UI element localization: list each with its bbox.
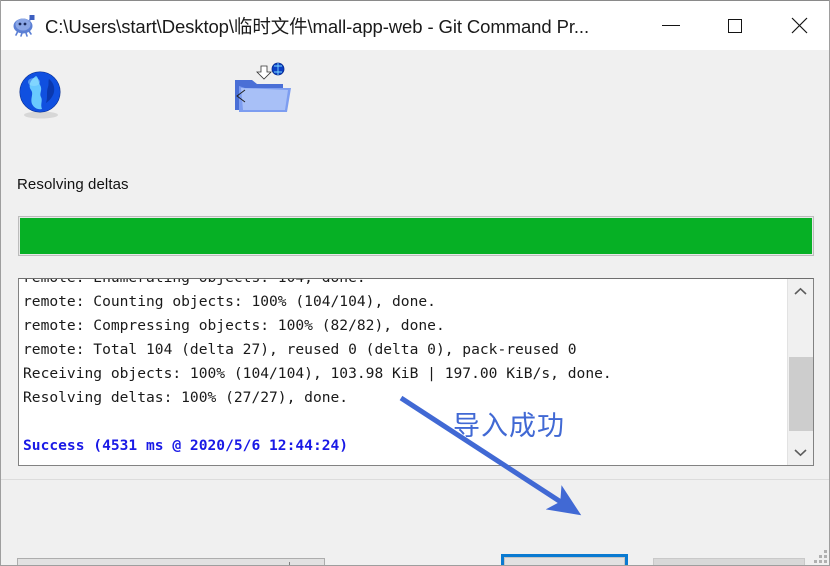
- chevron-up-icon: [794, 287, 807, 295]
- close-icon: [791, 17, 807, 34]
- close-window-button[interactable]: [767, 1, 829, 50]
- close-button[interactable]: Close: [501, 554, 628, 565]
- chevron-down-icon: [794, 449, 807, 457]
- dialog-button-bar: Show log Close Abort: [1, 479, 829, 565]
- abort-button: Abort: [653, 558, 805, 565]
- log-line: Success (4531 ms @ 2020/5/6 12:44:24): [23, 437, 349, 454]
- log-line: remote: Enumerating objects: 104, done.: [23, 279, 783, 290]
- tortoise-git-icon: [11, 13, 37, 39]
- log-line: Receiving objects: 100% (104/104), 103.9…: [23, 365, 612, 382]
- maximize-button[interactable]: [703, 1, 767, 50]
- resize-grip[interactable]: [814, 550, 827, 563]
- show-log-split-button[interactable]: Show log: [17, 558, 325, 565]
- log-line: remote: Compressing objects: 100% (82/82…: [23, 317, 445, 334]
- title-bar[interactable]: C:\Users\start\Desktop\临时文件\mall-app-web…: [1, 0, 829, 50]
- log-line: remote: Counting objects: 100% (104/104)…: [23, 293, 436, 310]
- icon-row: [1, 50, 829, 160]
- log-output-panel[interactable]: remote: Enumerating objects: 104, done. r…: [18, 278, 814, 466]
- log-line: Resolving deltas: 100% (27/27), done.: [23, 389, 349, 406]
- log-text-content: remote: Enumerating objects: 104, done. r…: [23, 279, 783, 458]
- scrollbar-thumb[interactable]: [789, 357, 813, 431]
- scroll-down-button[interactable]: [788, 440, 813, 465]
- globe-icon: [16, 70, 66, 120]
- maximize-icon: [728, 18, 742, 33]
- show-log-button[interactable]: Show log: [18, 559, 289, 565]
- show-log-dropdown-button[interactable]: [290, 559, 324, 565]
- progress-bar-fill: [20, 218, 812, 254]
- window-controls: [639, 1, 829, 50]
- minimize-icon: [662, 25, 680, 26]
- minimize-button[interactable]: [639, 1, 703, 50]
- progress-bar: [18, 216, 814, 256]
- window-title: C:\Users\start\Desktop\临时文件\mall-app-web…: [45, 15, 589, 37]
- progress-status-label: Resolving deltas: [17, 176, 129, 193]
- close-button-label: Close: [504, 557, 625, 565]
- folder-download-icon: [231, 62, 295, 120]
- log-line: remote: Total 104 (delta 27), reused 0 (…: [23, 341, 577, 358]
- log-scrollbar[interactable]: [787, 279, 813, 465]
- dialog-client-area: Resolving deltas remote: Enumerating obj…: [1, 50, 829, 565]
- git-clone-progress-window: C:\Users\start\Desktop\临时文件\mall-app-web…: [0, 0, 830, 566]
- scroll-up-button[interactable]: [788, 279, 813, 304]
